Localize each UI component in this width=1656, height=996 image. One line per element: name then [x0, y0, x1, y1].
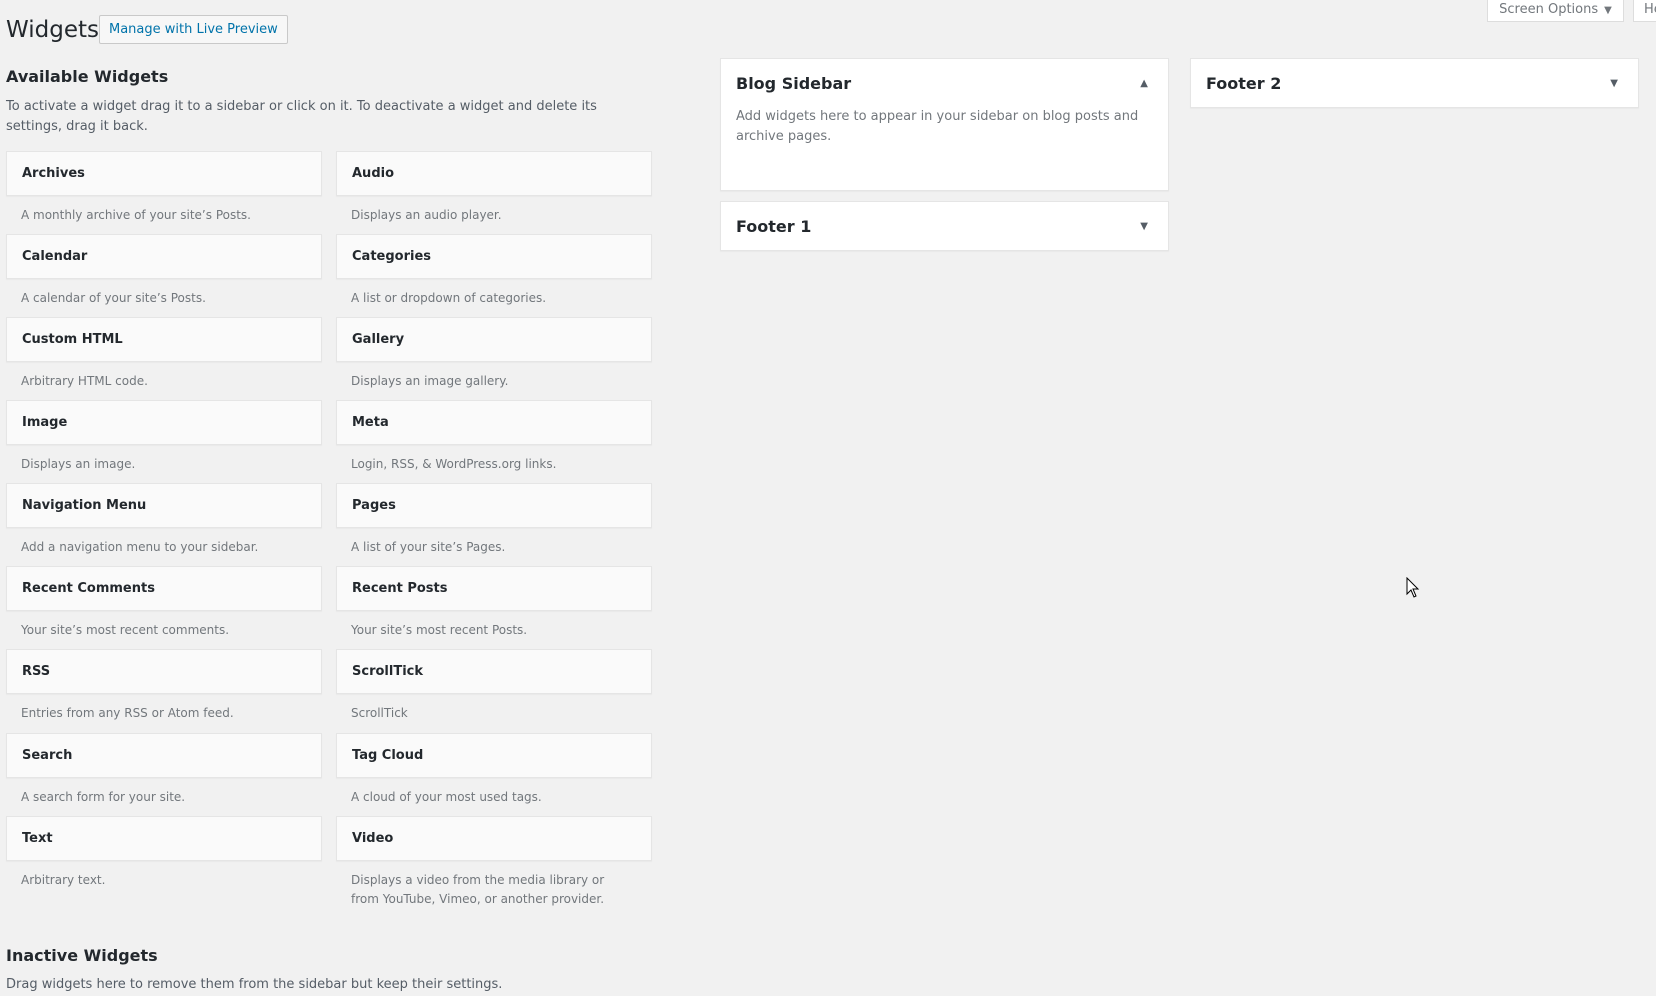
widget-title[interactable]: Recent Comments: [6, 566, 322, 611]
widget-pages[interactable]: Pages A list of your site’s Pages.: [336, 483, 652, 557]
widget-tag-cloud[interactable]: Tag Cloud A cloud of your most used tags…: [336, 733, 652, 807]
widget-title[interactable]: Search: [6, 733, 322, 778]
widget-description: Login, RSS, & WordPress.org links.: [351, 457, 557, 471]
manage-live-preview-button[interactable]: Manage with Live Preview: [99, 15, 288, 44]
widget-gallery[interactable]: Gallery Displays an image gallery.: [336, 317, 652, 391]
widget-description: Displays an image gallery.: [351, 374, 509, 388]
widget-description: A search form for your site.: [21, 790, 186, 804]
sidebar-header[interactable]: Footer 2 ▼: [1191, 59, 1638, 107]
sidebar-title: Footer 1: [736, 217, 812, 236]
widget-description: Arbitrary text.: [21, 873, 106, 887]
widget-title[interactable]: RSS: [6, 649, 322, 694]
widget-scrolltick[interactable]: ScrollTick ScrollTick: [336, 649, 652, 723]
caret-down-icon: ▼: [1604, 5, 1612, 16]
widget-title[interactable]: Gallery: [336, 317, 652, 362]
sidebar-title: Footer 2: [1206, 74, 1282, 93]
sidebar-header[interactable]: Footer 1 ▼: [721, 202, 1168, 250]
widget-description: Add a navigation menu to your sidebar.: [21, 540, 259, 554]
widget-description: A cloud of your most used tags.: [351, 790, 542, 804]
widget-description: A list or dropdown of categories.: [351, 291, 547, 305]
widget-description: Arbitrary HTML code.: [21, 374, 148, 388]
widget-text[interactable]: Text Arbitrary text.: [6, 816, 322, 890]
available-widgets-description: To activate a widget drag it to a sideba…: [6, 99, 597, 134]
widget-recent-comments[interactable]: Recent Comments Your site’s most recent …: [6, 566, 322, 640]
widget-meta[interactable]: Meta Login, RSS, & WordPress.org links.: [336, 400, 652, 474]
widget-description: Displays an audio player.: [351, 208, 502, 222]
widget-description: A calendar of your site’s Posts.: [21, 291, 206, 305]
caret-down-icon[interactable]: ▼: [1610, 59, 1618, 109]
widget-title[interactable]: Video: [336, 816, 652, 861]
widget-description: Entries from any RSS or Atom feed.: [21, 706, 234, 720]
mouse-cursor-icon: [1406, 577, 1420, 598]
sidebar-header[interactable]: Blog Sidebar ▲: [721, 59, 1168, 107]
available-widgets-title: Available Widgets: [6, 67, 169, 86]
widget-description: Displays an image.: [21, 457, 136, 471]
caret-up-icon[interactable]: ▲: [1140, 59, 1148, 109]
widget-title[interactable]: Navigation Menu: [6, 483, 322, 528]
widget-description: A list of your site’s Pages.: [351, 540, 506, 554]
widget-recent-posts[interactable]: Recent Posts Your site’s most recent Pos…: [336, 566, 652, 640]
widget-search[interactable]: Search A search form for your site.: [6, 733, 322, 807]
widget-custom-html[interactable]: Custom HTML Arbitrary HTML code.: [6, 317, 322, 391]
widget-description: Displays a video from the media library …: [351, 873, 605, 906]
widget-description: A monthly archive of your site’s Posts.: [21, 208, 251, 222]
inactive-widgets-description: Drag widgets here to remove them from th…: [6, 977, 503, 992]
widget-title[interactable]: Calendar: [6, 234, 322, 279]
sidebar-blog[interactable]: Blog Sidebar ▲ Add widgets here to appea…: [720, 58, 1169, 191]
widget-description: Your site’s most recent comments.: [21, 623, 230, 637]
help-button[interactable]: Help: [1633, 0, 1656, 22]
widget-title[interactable]: ScrollTick: [336, 649, 652, 694]
widget-title[interactable]: Text: [6, 816, 322, 861]
widget-categories[interactable]: Categories A list or dropdown of categor…: [336, 234, 652, 308]
widget-title[interactable]: Audio: [336, 151, 652, 196]
sidebar-footer-1[interactable]: Footer 1 ▼: [720, 201, 1169, 251]
widget-title[interactable]: Meta: [336, 400, 652, 445]
widget-audio[interactable]: Audio Displays an audio player.: [336, 151, 652, 225]
screen-options-label: Screen Options: [1499, 2, 1599, 17]
widget-archives[interactable]: Archives A monthly archive of your site’…: [6, 151, 322, 225]
inactive-widgets-title: Inactive Widgets: [6, 946, 158, 965]
widget-title[interactable]: Recent Posts: [336, 566, 652, 611]
widget-navigation-menu[interactable]: Navigation Menu Add a navigation menu to…: [6, 483, 322, 557]
caret-down-icon[interactable]: ▼: [1140, 202, 1148, 252]
sidebar-footer-2[interactable]: Footer 2 ▼: [1190, 58, 1639, 108]
sidebar-description: Add widgets here to appear in your sideb…: [736, 109, 1139, 144]
widget-description: ScrollTick: [351, 706, 408, 720]
widget-video[interactable]: Video Displays a video from the media li…: [336, 816, 652, 909]
widget-title[interactable]: Archives: [6, 151, 322, 196]
widget-title[interactable]: Image: [6, 400, 322, 445]
widget-title[interactable]: Tag Cloud: [336, 733, 652, 778]
widget-rss[interactable]: RSS Entries from any RSS or Atom feed.: [6, 649, 322, 723]
page-title: Widgets: [6, 17, 99, 43]
widget-image[interactable]: Image Displays an image.: [6, 400, 322, 474]
widget-description: Your site’s most recent Posts.: [351, 623, 528, 637]
widget-title[interactable]: Custom HTML: [6, 317, 322, 362]
widget-title[interactable]: Pages: [336, 483, 652, 528]
screen-options-button[interactable]: Screen Options ▼: [1487, 0, 1624, 22]
widgets-page: Widgets Manage with Live Preview Screen …: [0, 0, 1656, 996]
widget-title[interactable]: Categories: [336, 234, 652, 279]
widget-calendar[interactable]: Calendar A calendar of your site’s Posts…: [6, 234, 322, 308]
sidebar-title: Blog Sidebar: [736, 74, 852, 93]
